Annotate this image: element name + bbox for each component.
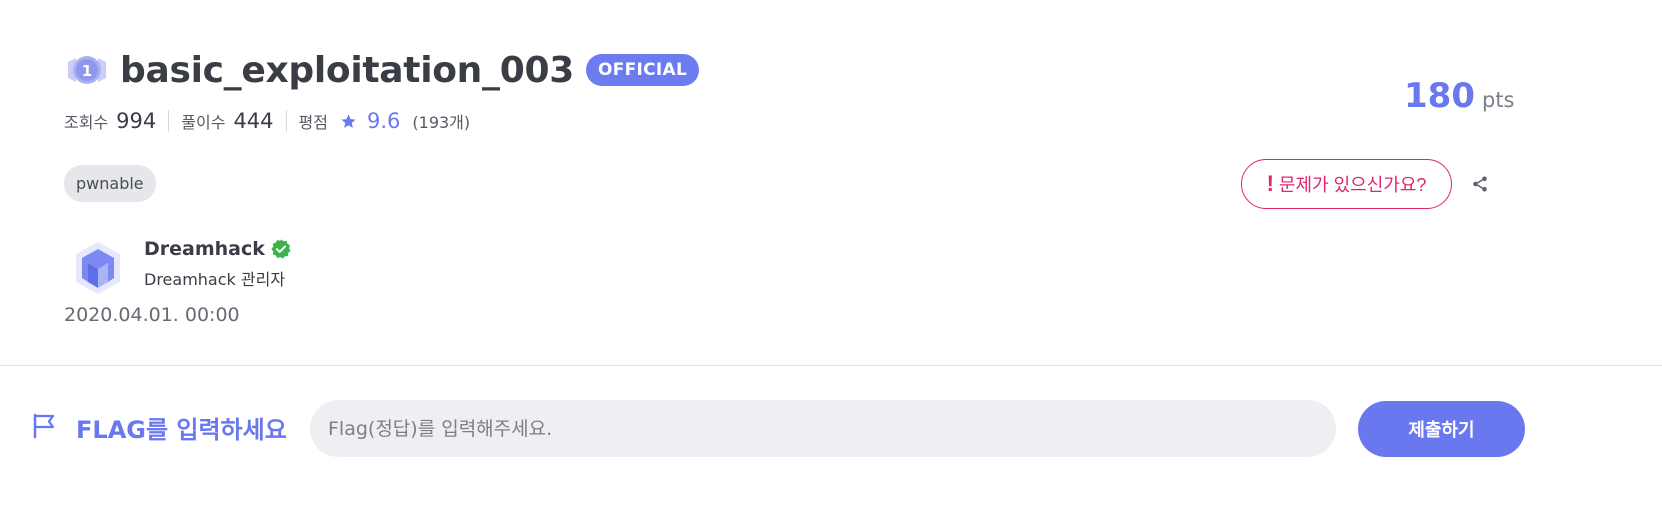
created-date: 2020.04.01. 00:00 bbox=[64, 304, 240, 326]
author-name-row: Dreamhack bbox=[144, 238, 292, 260]
points-value: 180 bbox=[1404, 76, 1475, 116]
stats-divider bbox=[285, 110, 287, 132]
title-row: 1 basic_exploitation_003 OFFICIAL bbox=[64, 48, 1604, 92]
tag-pwnable[interactable]: pwnable bbox=[64, 165, 156, 202]
report-issue-button[interactable]: ! 문제가 있으신가요? bbox=[1241, 159, 1452, 209]
challenge-header: 1 basic_exploitation_003 OFFICIAL 조회수 99… bbox=[64, 48, 1604, 136]
solves-label: 풀이수 bbox=[181, 113, 226, 132]
section-divider bbox=[0, 365, 1662, 366]
stats-divider bbox=[168, 110, 170, 132]
rating-label: 평점 bbox=[298, 113, 328, 132]
level-number: 1 bbox=[82, 62, 92, 80]
challenge-title: basic_exploitation_003 bbox=[120, 49, 574, 91]
points-display: 180 pts bbox=[1404, 76, 1515, 116]
author-name: Dreamhack bbox=[144, 238, 265, 260]
flag-icon bbox=[32, 413, 56, 443]
rating-count: (193개) bbox=[412, 113, 471, 132]
points-unit: pts bbox=[1481, 88, 1515, 112]
level-badge-icon: 1 bbox=[64, 50, 110, 90]
verified-icon bbox=[270, 238, 292, 260]
flag-label-text: FLAG를 입력하세요 bbox=[76, 416, 287, 444]
author-role: Dreamhack 관리자 bbox=[144, 270, 286, 289]
report-issue-label: 문제가 있으신가요? bbox=[1278, 175, 1427, 195]
official-badge: OFFICIAL bbox=[585, 54, 700, 86]
author-info: Dreamhack Dreamhack 관리자 bbox=[144, 238, 292, 298]
views-count: 994 bbox=[116, 109, 157, 133]
share-icon[interactable] bbox=[1470, 174, 1490, 194]
exclamation-icon: ! bbox=[1266, 171, 1274, 196]
star-icon bbox=[340, 113, 357, 130]
solves-count: 444 bbox=[233, 109, 274, 133]
flag-input[interactable] bbox=[310, 400, 1336, 457]
flag-label: FLAG를 입력하세요 bbox=[32, 410, 287, 445]
author-card[interactable]: Dreamhack Dreamhack 관리자 bbox=[68, 238, 292, 298]
dreamhack-logo bbox=[68, 238, 128, 298]
submit-button[interactable]: 제출하기 bbox=[1358, 401, 1525, 457]
rating-value: 9.6 bbox=[366, 109, 401, 133]
challenge-stats: 조회수 994 풀이수 444 평점 9.6 (193개) bbox=[64, 106, 1604, 136]
views-label: 조회수 bbox=[64, 113, 109, 132]
